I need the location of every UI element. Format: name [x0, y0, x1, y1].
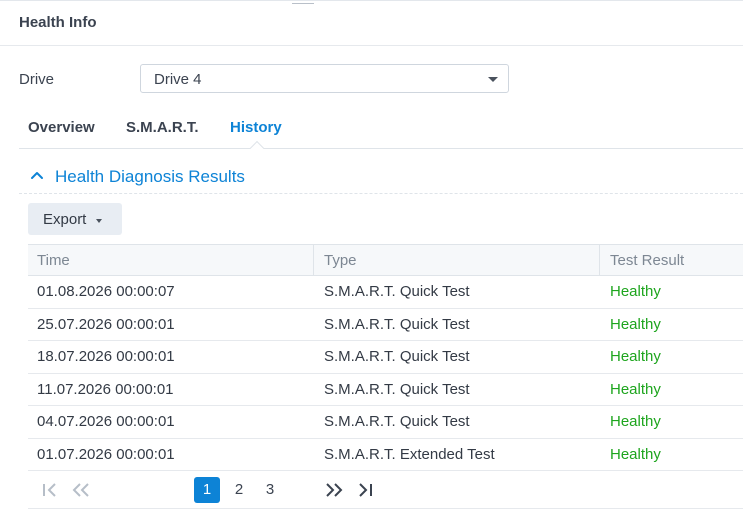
- export-button-label: Export: [43, 211, 87, 228]
- cell-time: 25.07.2026 00:00:01: [37, 315, 175, 333]
- drive-label: Drive: [19, 71, 55, 88]
- top-border: [0, 0, 743, 1]
- cell-type: S.M.A.R.T. Quick Test: [324, 380, 470, 398]
- title-divider: [0, 45, 743, 46]
- tab-divider: [19, 148, 743, 149]
- cell-test-result: Healthy: [610, 445, 661, 463]
- health-results-table: Time Type Test Result 01.08.2026 00:00:0…: [28, 244, 743, 471]
- table-row[interactable]: 04.07.2026 00:00:01 S.M.A.R.T. Quick Test…: [28, 406, 743, 439]
- tab-smart[interactable]: S.M.A.R.T.: [126, 119, 199, 136]
- pagination-bottom-border: [28, 508, 743, 509]
- table-row[interactable]: 18.07.2026 00:00:01 S.M.A.R.T. Quick Test…: [28, 341, 743, 374]
- section-divider: [19, 193, 743, 194]
- caret-down-icon: [96, 219, 102, 223]
- column-divider[interactable]: [599, 245, 600, 276]
- table-row[interactable]: 11.07.2026 00:00:01 S.M.A.R.T. Quick Test…: [28, 374, 743, 406]
- first-page-icon[interactable]: [41, 482, 59, 498]
- page-3-button[interactable]: 3: [257, 477, 283, 503]
- active-tab-pointer: [249, 140, 265, 156]
- column-header-test-result[interactable]: Test Result: [610, 252, 684, 269]
- next-page-icon[interactable]: [324, 482, 344, 498]
- chevron-up-icon[interactable]: [30, 168, 44, 182]
- cell-test-result: Healthy: [610, 348, 661, 365]
- section-title[interactable]: Health Diagnosis Results: [55, 167, 245, 187]
- previous-page-icon[interactable]: [71, 482, 91, 498]
- cell-time: 01.08.2026 00:00:07: [37, 283, 175, 300]
- export-button[interactable]: Export: [28, 203, 122, 235]
- tab-overview[interactable]: Overview: [28, 119, 95, 136]
- column-divider[interactable]: [313, 245, 314, 276]
- cell-type: S.M.A.R.T. Quick Test: [324, 348, 470, 365]
- page-1-button[interactable]: 1: [194, 477, 220, 503]
- last-page-icon[interactable]: [356, 482, 374, 498]
- cell-test-result: Healthy: [610, 380, 661, 398]
- cell-type: S.M.A.R.T. Quick Test: [324, 413, 470, 430]
- cell-test-result: Healthy: [610, 283, 661, 300]
- panel-title: Health Info: [19, 14, 97, 31]
- table-header: Time Type Test Result: [28, 244, 743, 276]
- window-resize-notch[interactable]: [292, 0, 314, 4]
- cell-test-result: Healthy: [610, 315, 661, 333]
- cell-type: S.M.A.R.T. Quick Test: [324, 283, 470, 300]
- page-2-button[interactable]: 2: [226, 477, 252, 503]
- cell-type: S.M.A.R.T. Extended Test: [324, 445, 495, 463]
- cell-test-result: Healthy: [610, 413, 661, 430]
- drive-select-value: Drive 4: [154, 71, 202, 88]
- table-row[interactable]: 01.08.2026 00:00:07 S.M.A.R.T. Quick Test…: [28, 276, 743, 309]
- table-body: 01.08.2026 00:00:07 S.M.A.R.T. Quick Test…: [28, 276, 743, 471]
- cell-type: S.M.A.R.T. Quick Test: [324, 315, 470, 333]
- cell-time: 18.07.2026 00:00:01: [37, 348, 175, 365]
- dropdown-caret-icon: [488, 77, 498, 82]
- table-row[interactable]: 01.07.2026 00:00:01 S.M.A.R.T. Extended T…: [28, 439, 743, 471]
- tab-history[interactable]: History: [230, 119, 282, 136]
- drive-select[interactable]: Drive 4: [140, 64, 509, 93]
- column-header-time[interactable]: Time: [37, 252, 70, 269]
- table-row[interactable]: 25.07.2026 00:00:01 S.M.A.R.T. Quick Test…: [28, 309, 743, 341]
- cell-time: 11.07.2026 00:00:01: [37, 380, 174, 398]
- cell-time: 04.07.2026 00:00:01: [37, 413, 175, 430]
- cell-time: 01.07.2026 00:00:01: [37, 445, 175, 463]
- column-header-type[interactable]: Type: [324, 252, 357, 269]
